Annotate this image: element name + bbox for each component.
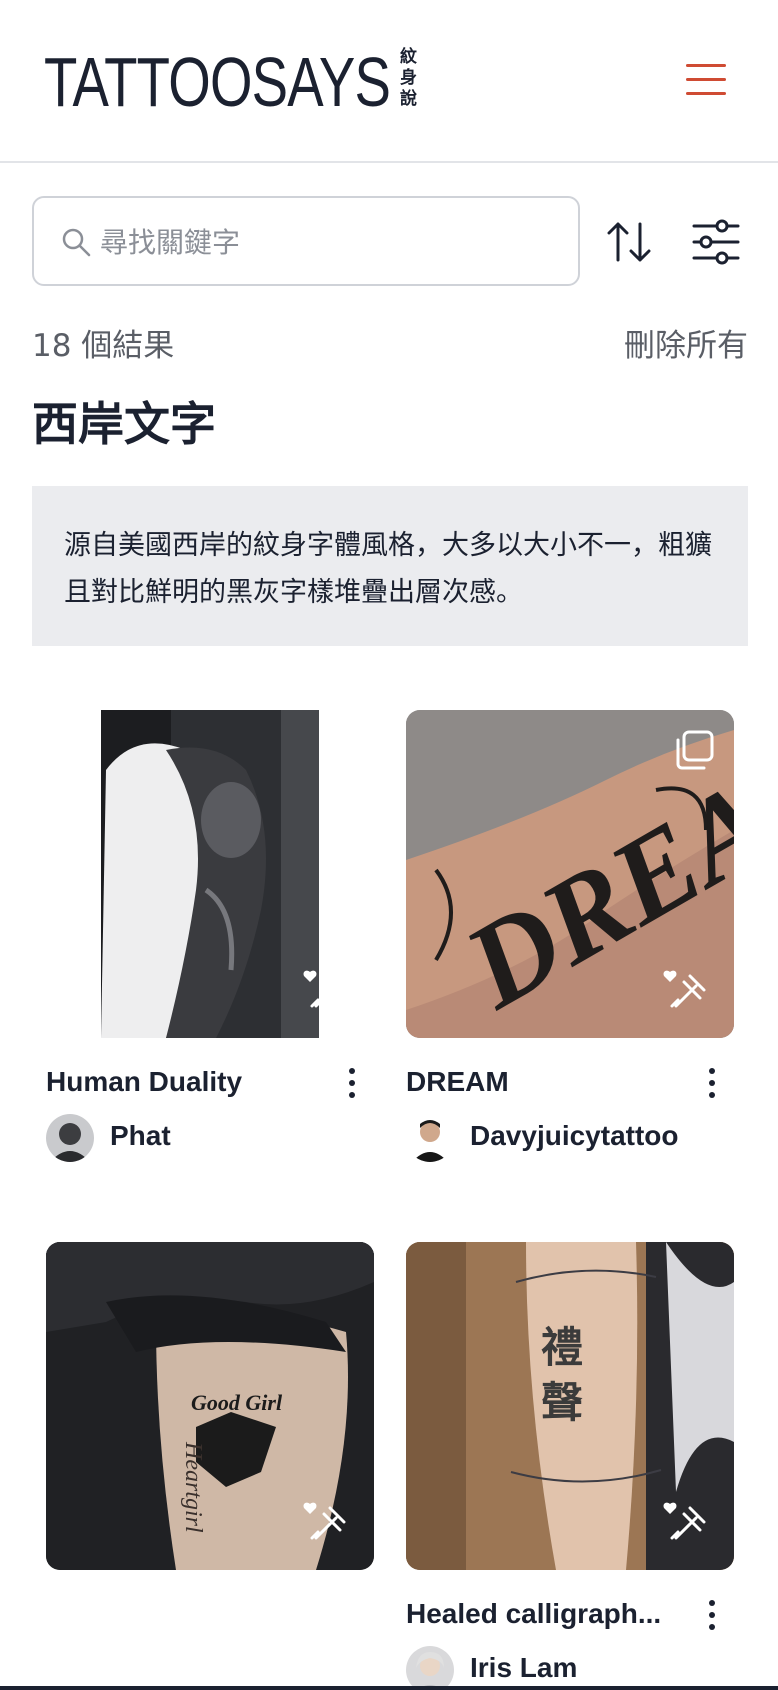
multiple-images-icon bbox=[676, 730, 714, 770]
save-tattoo-icon[interactable] bbox=[662, 1498, 708, 1544]
sort-icon[interactable] bbox=[604, 216, 656, 268]
tattoo-image[interactable]: Good Girl Heartgirl bbox=[46, 1242, 374, 1570]
avatar bbox=[406, 1646, 454, 1690]
search-icon bbox=[62, 228, 91, 257]
svg-text:禮: 禮 bbox=[541, 1323, 583, 1372]
card-title[interactable]: Human Duality bbox=[46, 1066, 316, 1098]
site-header: TATTOOSAYS 紋身說 bbox=[0, 0, 778, 163]
bottom-divider bbox=[0, 1686, 778, 1690]
avatar bbox=[46, 1114, 94, 1162]
save-tattoo-icon[interactable] bbox=[302, 1498, 348, 1544]
avatar bbox=[406, 1114, 454, 1162]
tattoo-card[interactable]: Human Duality Phat bbox=[46, 710, 374, 1170]
logo-wordmark: TATTOOSAYS bbox=[44, 43, 391, 121]
tattoo-card[interactable]: Good Girl Heartgirl bbox=[46, 1242, 374, 1682]
search-box[interactable] bbox=[32, 196, 580, 286]
artist-name: Davyjuicytattoo bbox=[470, 1120, 679, 1151]
search-input[interactable] bbox=[100, 212, 560, 272]
result-count: 18 個結果 bbox=[32, 328, 175, 364]
more-options-icon[interactable] bbox=[702, 1598, 722, 1634]
tattoo-image[interactable] bbox=[46, 710, 374, 1038]
tattoo-card[interactable]: DREAM DREAM Davyjuicytattoo bbox=[406, 710, 734, 1170]
save-tattoo-icon[interactable] bbox=[662, 966, 708, 1012]
svg-text:Good Girl: Good Girl bbox=[191, 1390, 283, 1415]
save-tattoo-icon[interactable] bbox=[302, 966, 348, 1012]
filter-icon[interactable] bbox=[690, 216, 742, 268]
artist-name: Iris Lam bbox=[470, 1652, 578, 1683]
more-options-icon[interactable] bbox=[342, 1066, 362, 1102]
style-description: 源自美國西岸的紋身字體風格，大多以大小不一，粗獷且對比鮮明的黑灰字樣堆疊出層次感… bbox=[32, 486, 748, 646]
clear-all-button[interactable]: 刪除所有 bbox=[624, 320, 748, 365]
tattoo-image[interactable]: 禮 聲 bbox=[406, 1242, 734, 1570]
hamburger-menu-icon[interactable] bbox=[686, 62, 728, 98]
logo-cjk-text: 紋身說 bbox=[400, 47, 417, 108]
page-title: 西岸文字 bbox=[32, 397, 216, 451]
tattoo-image[interactable]: DREAM bbox=[406, 710, 734, 1038]
more-options-icon[interactable] bbox=[702, 1066, 722, 1102]
card-title[interactable]: Healed calligraph... bbox=[406, 1598, 676, 1630]
site-logo[interactable]: TATTOOSAYS 紋身說 bbox=[44, 46, 514, 118]
card-title[interactable]: DREAM bbox=[406, 1066, 676, 1098]
svg-text:Heartgirl: Heartgirl bbox=[180, 1441, 206, 1533]
svg-text:聲: 聲 bbox=[541, 1378, 583, 1427]
tattoo-card[interactable]: 禮 聲 Healed calligraph... Iris Lam bbox=[406, 1242, 734, 1690]
artist-name: Phat bbox=[110, 1120, 171, 1151]
